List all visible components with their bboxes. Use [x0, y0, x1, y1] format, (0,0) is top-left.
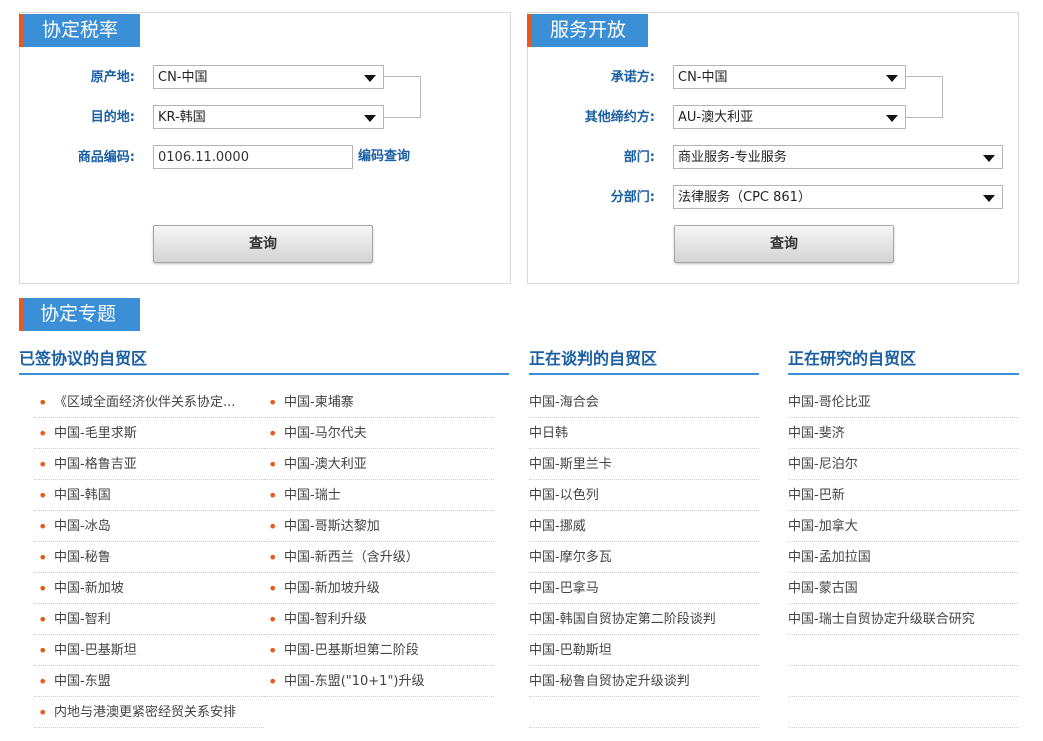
other-party-select-value: AU-澳大利亚 — [678, 110, 754, 125]
list-item[interactable]: 中国-巴基斯坦 — [34, 635, 264, 666]
list-item — [529, 697, 759, 728]
list-item[interactable]: 中国-毛里求斯 — [34, 418, 264, 449]
other-party-label: 其他缔约方: — [584, 110, 655, 125]
list-item[interactable]: 中国-韩国 — [34, 480, 264, 511]
list-item[interactable]: 内地与港澳更紧密经贸关系安排 — [34, 697, 264, 728]
list-item[interactable]: 中国-新加坡 — [34, 573, 264, 604]
list-item[interactable]: 中国-巴新 — [788, 480, 1019, 511]
list-item[interactable]: 中国-韩国自贸协定第二阶段谈判 — [529, 604, 759, 635]
chevron-down-icon — [983, 155, 995, 162]
other-party-select[interactable]: AU-澳大利亚 — [673, 105, 906, 129]
dest-select-value: KR-韩国 — [158, 110, 206, 125]
subdept-select-value: 法律服务（CPC 861） — [678, 190, 811, 205]
list-item[interactable]: 中国-东盟 — [34, 666, 264, 697]
origin-select-value: CN-中国 — [158, 70, 208, 85]
dept-select[interactable]: 商业服务-专业服务 — [673, 145, 1003, 169]
list-item[interactable]: 中国-斯里兰卡 — [529, 449, 759, 480]
list-item[interactable]: 中国-哥伦比亚 — [788, 387, 1019, 418]
swap-bracket — [384, 76, 421, 118]
list-item[interactable]: 中国-秘鲁自贸协定升级谈判 — [529, 666, 759, 697]
list-item[interactable]: 中国-澳大利亚 — [264, 449, 494, 480]
list-item[interactable]: 中国-智利升级 — [264, 604, 494, 635]
list-item[interactable]: 中国-海合会 — [529, 387, 759, 418]
list-item[interactable]: 中国-尼泊尔 — [788, 449, 1019, 480]
list-item[interactable]: 中国-蒙古国 — [788, 573, 1019, 604]
subdept-label: 分部门: — [610, 190, 655, 205]
list-item[interactable]: 中国-哥斯达黎加 — [264, 511, 494, 542]
chevron-down-icon — [364, 75, 376, 82]
list-item[interactable]: 中日韩 — [529, 418, 759, 449]
committer-select[interactable]: CN-中国 — [673, 65, 906, 89]
list-item[interactable]: 中国-巴拿马 — [529, 573, 759, 604]
origin-select[interactable]: CN-中国 — [153, 65, 384, 89]
chevron-down-icon — [983, 195, 995, 202]
tariff-panel-title: 协定税率 — [19, 14, 141, 47]
list-item[interactable]: 中国-加拿大 — [788, 511, 1019, 542]
list-item[interactable]: 中国-秘鲁 — [34, 542, 264, 573]
list-item[interactable]: 中国-冰岛 — [34, 511, 264, 542]
chevron-down-icon — [364, 115, 376, 122]
dest-label: 目的地: — [90, 110, 135, 125]
list-item[interactable]: 中国-挪威 — [529, 511, 759, 542]
list-item[interactable]: 中国-马尔代夫 — [264, 418, 494, 449]
list-item[interactable]: 中国-新西兰（含升级） — [264, 542, 494, 573]
dept-select-value: 商业服务-专业服务 — [678, 150, 787, 165]
list-item — [788, 666, 1019, 697]
chevron-down-icon — [886, 115, 898, 122]
list-item[interactable]: 中国-以色列 — [529, 480, 759, 511]
researching-heading: 正在研究的自贸区 — [788, 345, 1019, 375]
tariff-query-button[interactable]: 查询 — [153, 225, 373, 263]
code-lookup-link[interactable]: 编码查询 — [358, 144, 410, 170]
committer-select-value: CN-中国 — [678, 70, 728, 85]
list-item[interactable]: 中国-格鲁吉亚 — [34, 449, 264, 480]
code-input[interactable]: 0106.11.0000 — [153, 145, 353, 169]
dest-select[interactable]: KR-韩国 — [153, 105, 384, 129]
chevron-down-icon — [886, 75, 898, 82]
list-item[interactable]: 中国-摩尔多瓦 — [529, 542, 759, 573]
negotiating-heading: 正在谈判的自贸区 — [529, 345, 759, 375]
list-item — [788, 697, 1019, 728]
tariff-panel: 协定税率 原产地: CN-中国 目的地: KR-韩国 商品编码: 0106.11… — [19, 12, 511, 284]
service-query-button[interactable]: 查询 — [674, 225, 894, 263]
list-item[interactable]: 中国-智利 — [34, 604, 264, 635]
list-item[interactable]: 中国-东盟("10+1")升级 — [264, 666, 494, 697]
list-item[interactable]: 中国-巴勒斯坦 — [529, 635, 759, 666]
list-item[interactable]: 中国-瑞士自贸协定升级联合研究 — [788, 604, 1019, 635]
subdept-select[interactable]: 法律服务（CPC 861） — [673, 185, 1003, 209]
list-item[interactable]: 中国-瑞士 — [264, 480, 494, 511]
signed-heading: 已签协议的自贸区 — [19, 345, 509, 375]
list-item[interactable]: 中国-巴基斯坦第二阶段 — [264, 635, 494, 666]
committer-label: 承诺方: — [610, 70, 655, 85]
origin-label: 原产地: — [90, 70, 135, 85]
swap-bracket — [906, 76, 943, 118]
list-item — [788, 635, 1019, 666]
list-item[interactable]: 中国-新加坡升级 — [264, 573, 494, 604]
service-panel: 服务开放 承诺方: CN-中国 其他缔约方: AU-澳大利亚 部门: 商业服务-… — [527, 12, 1019, 284]
list-item[interactable]: 中国-柬埔寨 — [264, 387, 494, 418]
topics-title: 协定专题 — [19, 298, 141, 331]
list-item[interactable]: 《区域全面经济伙伴关系协定... — [34, 387, 264, 418]
dept-label: 部门: — [623, 150, 655, 165]
list-item[interactable]: 中国-斐济 — [788, 418, 1019, 449]
service-panel-title: 服务开放 — [527, 14, 649, 47]
code-label: 商品编码: — [77, 150, 135, 165]
list-item[interactable]: 中国-孟加拉国 — [788, 542, 1019, 573]
